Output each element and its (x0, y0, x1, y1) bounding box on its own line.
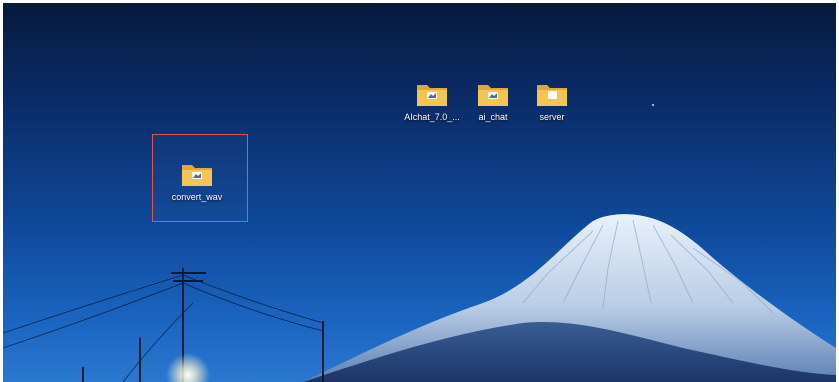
desktop-icon-label: AIchat_7.0_... (404, 112, 460, 122)
folder-icon (478, 85, 508, 106)
desktop-icon-label: server (539, 112, 565, 122)
desktop-icon-label: convert_wav (171, 192, 223, 202)
desktop-icon-aichat[interactable]: AIchat_7.0_... (400, 76, 464, 136)
desktop-icon-label: ai_chat (478, 112, 508, 122)
folder-icon (537, 85, 567, 106)
folder-icon (417, 85, 447, 106)
desktop-icon-ai-chat[interactable]: ai_chat (461, 76, 525, 136)
desktop-icon-convert-wav[interactable]: convert_wav (165, 156, 229, 216)
folder-icon (182, 165, 212, 186)
desktop[interactable]: AIchat_7.0_... ai_chat server convert_wa… (3, 3, 836, 382)
wallpaper-mountain-image (3, 104, 836, 382)
desktop-icon-server[interactable]: server (520, 76, 584, 136)
